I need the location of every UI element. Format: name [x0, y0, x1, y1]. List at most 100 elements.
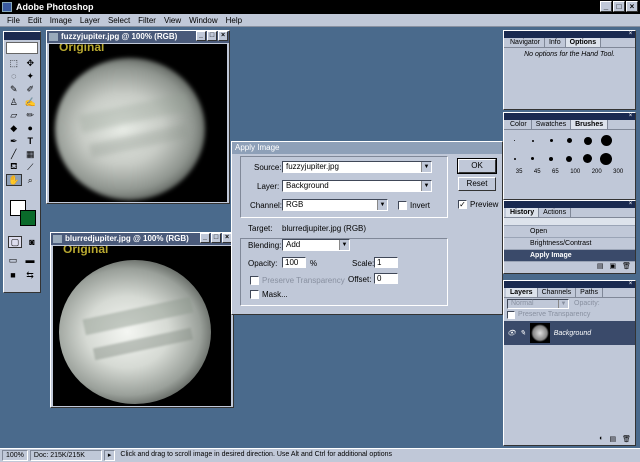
menu-file[interactable]: File — [3, 16, 24, 25]
pencil-tool-icon[interactable]: ✏ — [23, 109, 39, 121]
offset-input[interactable]: 0 — [374, 273, 398, 284]
palette-close-icon[interactable]: × — [627, 201, 634, 207]
menu-window[interactable]: Window — [185, 16, 221, 25]
menu-view[interactable]: View — [160, 16, 185, 25]
palette-titlebar[interactable]: × — [504, 201, 635, 208]
tab-brushes[interactable]: Brushes — [571, 120, 609, 129]
pen-tool-icon[interactable]: ✒ — [6, 135, 22, 147]
new-snapshot-icon[interactable]: ▣ — [609, 262, 616, 271]
tab-swatches[interactable]: Swatches — [532, 120, 572, 129]
history-brush-tool-icon[interactable]: ✍ — [23, 96, 39, 108]
dropdown-arrow-icon[interactable]: ▼ — [377, 200, 387, 210]
move-tool-icon[interactable]: ✥ — [23, 57, 39, 69]
opacity-input[interactable]: 100 — [282, 257, 306, 268]
type-tool-icon[interactable]: T — [23, 135, 39, 147]
background-color-swatch[interactable] — [20, 210, 36, 226]
brush-tip[interactable] — [506, 150, 523, 167]
zoom-level[interactable]: 100% — [2, 450, 28, 461]
paintbrush-tool-icon[interactable]: ✐ — [23, 83, 39, 95]
channel-select[interactable]: RGB ▼ — [282, 199, 388, 211]
reset-button[interactable]: Reset — [458, 177, 496, 191]
close-button[interactable]: × — [626, 1, 638, 12]
brush-tip[interactable] — [524, 132, 541, 149]
minimize-button[interactable]: _ — [600, 1, 612, 12]
history-item-open[interactable]: Open — [504, 226, 635, 238]
tab-info[interactable]: Info — [545, 38, 566, 47]
brush-tip[interactable] — [561, 132, 578, 149]
blending-select[interactable]: Add ▼ — [282, 239, 350, 251]
hand-tool-icon[interactable]: ✋ — [6, 174, 22, 186]
brush-tip[interactable] — [561, 150, 578, 167]
tab-channels[interactable]: Channels — [538, 288, 577, 297]
jump-to-imageready-icon[interactable]: ⇆ — [23, 269, 37, 281]
doc-maximize-button[interactable]: □ — [211, 233, 221, 243]
quick-mask-mode-icon[interactable]: ◙ — [25, 236, 39, 248]
document-window-fuzzyjupiter[interactable]: fuzzyjupiter.jpg @ 100% (RGB) _ □ × Orig… — [46, 30, 230, 204]
document-window-blurredjupiter[interactable]: blurredjupiter.jpg @ 100% (RGB) _ □ × Or… — [50, 232, 234, 408]
preview-checkbox[interactable]: ✓ — [458, 200, 467, 209]
palette-titlebar[interactable]: × — [504, 113, 635, 120]
source-select[interactable]: fuzzyjupiter.jpg ▼ — [282, 161, 432, 173]
brush-tip[interactable] — [506, 132, 523, 149]
blur-tool-icon[interactable]: ◆ — [6, 122, 22, 134]
document-titlebar[interactable]: blurredjupiter.jpg @ 100% (RGB) _ □ × — [51, 233, 233, 245]
blend-mode-select[interactable]: Normal ▼ — [507, 299, 569, 309]
eyedropper-tool-icon[interactable]: ⟋ — [23, 161, 39, 173]
dialog-titlebar[interactable]: Apply Image — [232, 142, 502, 154]
dropdown-arrow-icon[interactable]: ▼ — [421, 181, 431, 191]
airbrush-tool-icon[interactable]: ✎ — [6, 83, 22, 95]
history-snapshot[interactable] — [504, 218, 635, 226]
delete-layer-icon[interactable]: 🗑 — [622, 435, 631, 443]
line-tool-icon[interactable]: ╱ — [6, 148, 22, 160]
invert-checkbox[interactable] — [398, 201, 407, 210]
doc-minimize-button[interactable]: _ — [196, 31, 206, 41]
doc-minimize-button[interactable]: _ — [200, 233, 210, 243]
paint-bucket-tool-icon[interactable]: ⛾ — [6, 161, 22, 173]
menu-image[interactable]: Image — [46, 16, 76, 25]
brush-tip[interactable] — [543, 150, 560, 167]
palette-close-icon[interactable]: × — [627, 31, 634, 37]
status-arrow-icon[interactable]: ▸ — [103, 450, 116, 461]
maximize-button[interactable]: □ — [613, 1, 625, 12]
dodge-tool-icon[interactable]: ● — [23, 122, 39, 134]
palette-close-icon[interactable]: × — [627, 113, 634, 119]
dropdown-arrow-icon[interactable]: ▼ — [339, 240, 349, 250]
marquee-tool-icon[interactable]: ⬚ — [6, 57, 22, 69]
image-canvas[interactable]: Original — [53, 246, 231, 406]
image-canvas[interactable]: Original — [49, 44, 227, 202]
menu-help[interactable]: Help — [222, 16, 246, 25]
layer-mask-icon[interactable]: ◐ — [599, 435, 603, 443]
brush-tip[interactable] — [524, 150, 541, 167]
new-document-icon[interactable]: ▤ — [597, 262, 604, 271]
rubber-stamp-tool-icon[interactable]: ♙ — [6, 96, 22, 108]
scale-input[interactable]: 1 — [374, 257, 398, 268]
layer-row-background[interactable]: 👁 ✎ Background — [504, 321, 635, 345]
brush-tip[interactable] — [579, 132, 596, 149]
tab-color[interactable]: Color — [506, 120, 532, 129]
screen-mode-full-menu-icon[interactable]: ▬ — [23, 254, 37, 266]
trash-icon[interactable]: 🗑 — [622, 262, 631, 271]
tab-actions[interactable]: Actions — [539, 208, 572, 217]
ok-button[interactable]: OK — [457, 158, 497, 174]
tab-layers[interactable]: Layers — [506, 288, 538, 297]
palette-titlebar[interactable]: × — [504, 31, 635, 38]
history-item-apply-image[interactable]: Apply Image — [504, 250, 635, 262]
palette-titlebar[interactable]: × — [504, 281, 635, 288]
brush-link-icon[interactable]: ✎ — [520, 329, 526, 337]
brush-tip[interactable] — [597, 132, 614, 149]
screen-mode-full-icon[interactable]: ■ — [6, 269, 20, 281]
tab-options[interactable]: Options — [565, 38, 602, 47]
magic-wand-tool-icon[interactable]: ✦ — [23, 70, 39, 82]
standard-mode-icon[interactable]: ▢ — [8, 236, 22, 248]
layers-preserve-checkbox[interactable] — [507, 311, 515, 319]
dropdown-arrow-icon[interactable]: ▼ — [558, 300, 568, 308]
tab-navigator[interactable]: Navigator — [506, 38, 545, 47]
brush-tip[interactable] — [543, 132, 560, 149]
doc-size[interactable]: Doc: 215K/215K — [29, 450, 102, 461]
tab-history[interactable]: History — [506, 208, 540, 217]
brush-tip[interactable] — [616, 132, 633, 149]
lasso-tool-icon[interactable]: ◌ — [6, 70, 22, 82]
screen-mode-standard-icon[interactable]: ▭ — [6, 254, 20, 266]
eye-logo-icon[interactable] — [6, 42, 38, 54]
menu-edit[interactable]: Edit — [24, 16, 46, 25]
